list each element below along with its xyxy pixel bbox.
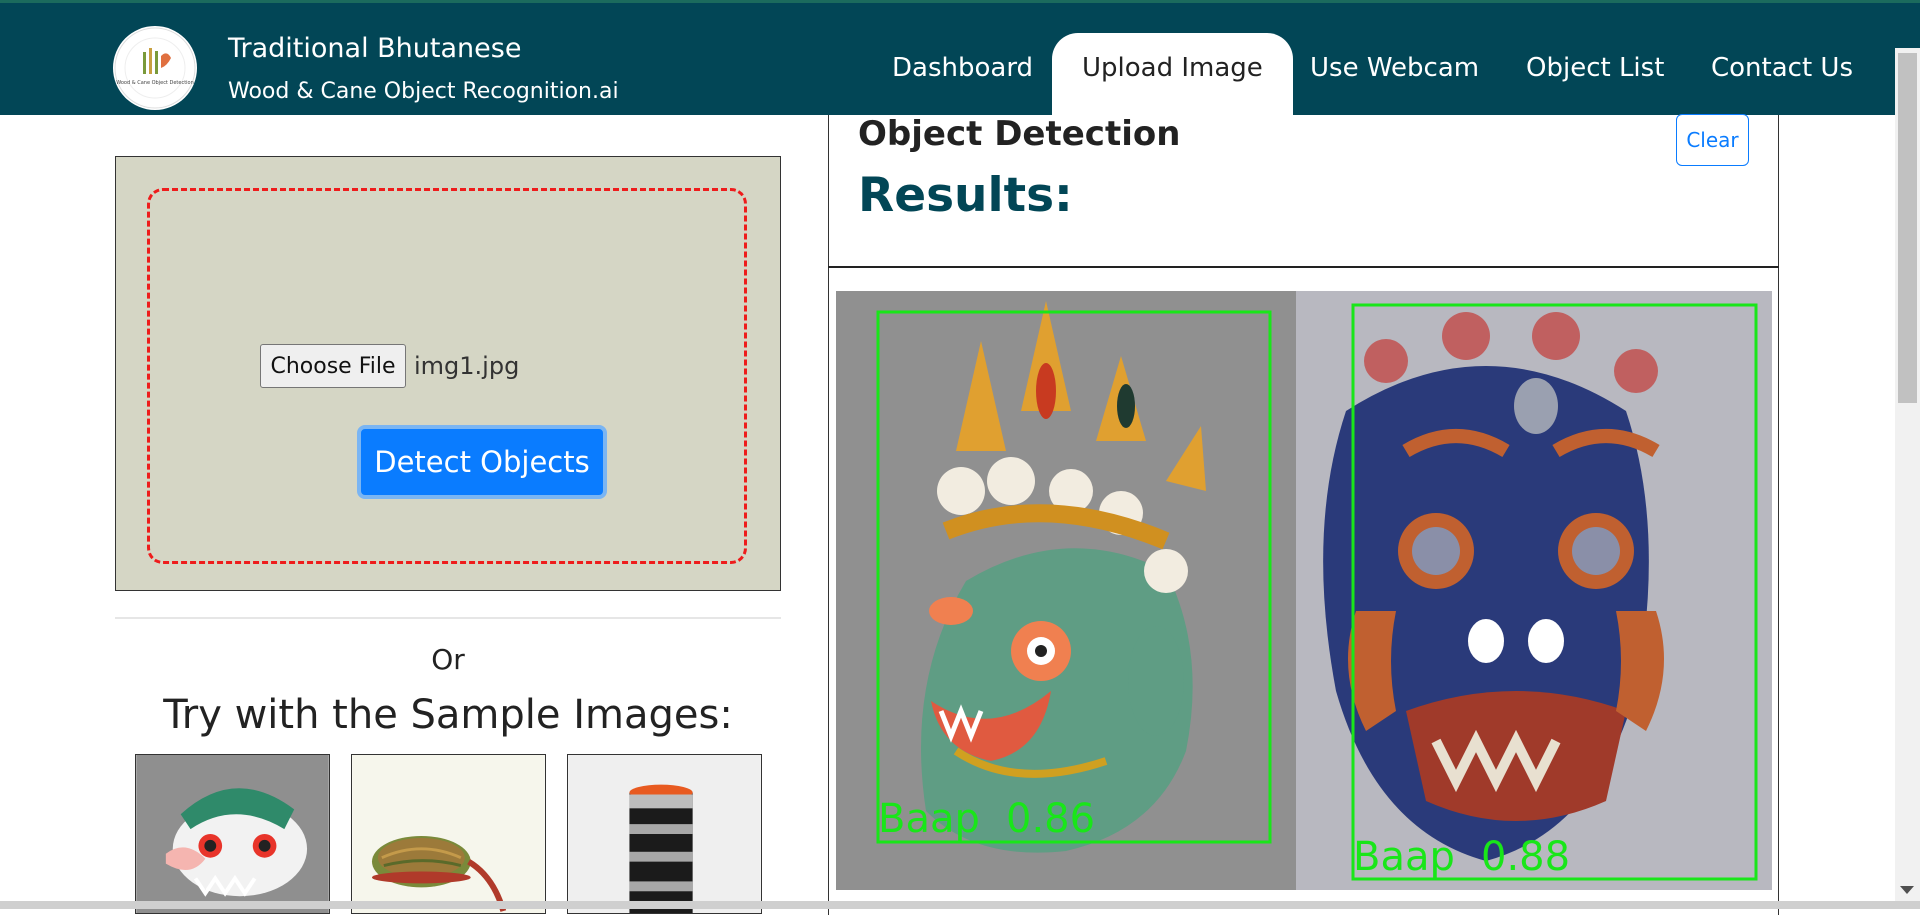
detection-label: Baap [1353, 834, 1455, 880]
vertical-scrollbar[interactable] [1895, 48, 1920, 909]
sample-image-2[interactable] [351, 754, 546, 914]
sample-image-3[interactable] [567, 754, 762, 914]
detection-label: Baap [878, 796, 980, 842]
object-detection-title: Object Detection [858, 114, 1181, 154]
detection-result-image: Baap 0.86 Baap 0.88 [836, 291, 1772, 890]
upload-panel: Choose File img1.jpg Detect Objects [115, 156, 781, 591]
drop-zone[interactable]: Choose File img1.jpg Detect Objects [147, 188, 747, 564]
nav-contact-us[interactable]: Contact Us [1681, 33, 1883, 103]
detect-objects-button[interactable]: Detect Objects [357, 425, 607, 499]
results-divider [828, 266, 1779, 268]
selected-file-name: img1.jpg [414, 352, 520, 380]
sample-images-heading: Try with the Sample Images: [163, 692, 733, 738]
cane-basket-icon [352, 755, 545, 913]
detection-confidence: 0.86 [1006, 796, 1095, 842]
choose-file-button[interactable]: Choose File [260, 344, 406, 388]
brand-title: Traditional Bhutanese [228, 33, 522, 64]
nav-upload-image[interactable]: Upload Image [1052, 33, 1293, 119]
results-heading: Results: [858, 168, 1073, 223]
logo[interactable]: Wood & Cane Object Detection [113, 26, 197, 110]
nav-dashboard[interactable]: Dashboard [862, 33, 1063, 103]
nav-object-list[interactable]: Object List [1496, 33, 1694, 103]
nav-use-webcam[interactable]: Use Webcam [1280, 33, 1509, 103]
divider [115, 617, 781, 619]
brand-subtitle: Wood & Cane Object Recognition.ai [228, 79, 619, 104]
horizontal-scrollbar[interactable] [0, 901, 1920, 909]
scroll-down-icon[interactable] [1900, 886, 1914, 894]
sample-image-1[interactable] [135, 754, 330, 914]
white-mask-icon [136, 755, 329, 913]
svg-text:Wood & Cane Object Detection: Wood & Cane Object Detection [116, 80, 194, 86]
navbar: Wood & Cane Object Detection Traditional… [0, 0, 1920, 119]
scrollbar-thumb[interactable] [1898, 53, 1917, 403]
clear-button[interactable]: Clear [1676, 114, 1749, 166]
detection-confidence: 0.88 [1481, 834, 1570, 880]
cylinder-container-icon [568, 755, 761, 913]
logo-icon: Wood & Cane Object Detection [114, 27, 196, 109]
or-label: Or [431, 643, 465, 676]
